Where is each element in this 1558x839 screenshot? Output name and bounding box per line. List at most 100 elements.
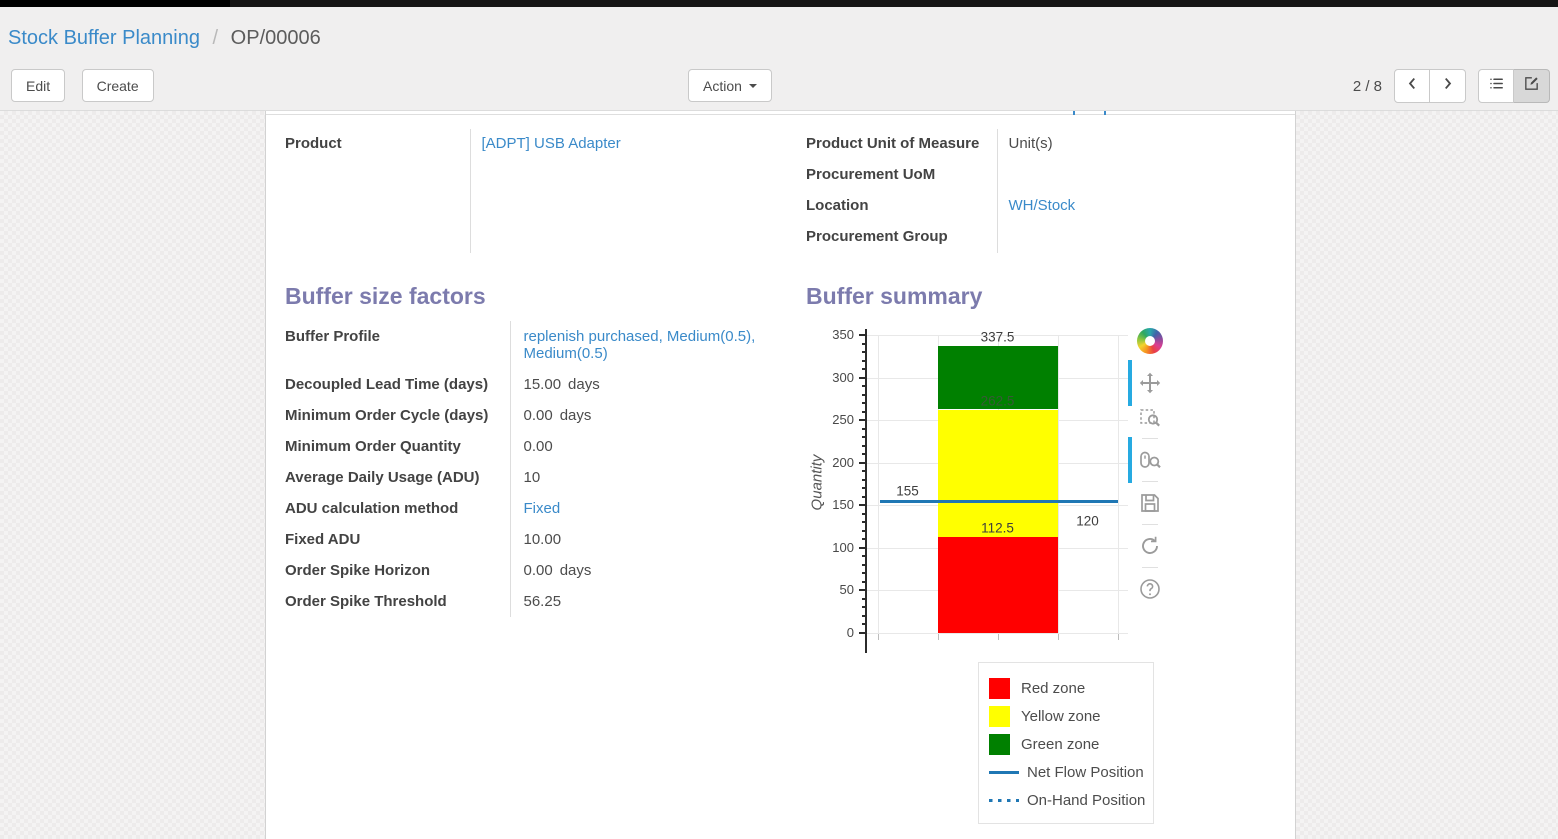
- chevron-right-icon: [1439, 75, 1456, 97]
- yellow-zone-swatch: [989, 706, 1010, 727]
- buffer-factors-column: Buffer size factors Buffer Profilereplen…: [285, 253, 806, 824]
- field-value-text: 56.25: [524, 593, 562, 610]
- lower-section: Buffer size factors Buffer Profilereplen…: [285, 253, 1276, 824]
- legend-item: Net Flow Position: [989, 758, 1145, 786]
- y-axis-tick-label: 0: [814, 625, 854, 640]
- field-value-link[interactable]: replenish purchased, Medium(0.5), Medium…: [524, 328, 756, 362]
- field-value: 0.00days: [510, 400, 780, 431]
- field-value-link[interactable]: WH/Stock: [1009, 197, 1076, 214]
- field-value: 56.25: [510, 586, 780, 617]
- y-axis-title: Quantity: [809, 448, 826, 518]
- chart-value-label: 262.5: [981, 393, 1015, 408]
- field-label: Buffer Profile: [285, 321, 510, 369]
- legend-label: Green zone: [1021, 736, 1099, 753]
- clipped-link-fragment: [1104, 111, 1106, 115]
- legend-swatch-square: [989, 734, 1010, 755]
- edit-button[interactable]: Edit: [11, 69, 65, 102]
- product-group: Product [ADPT] USB Adapter: [285, 129, 806, 253]
- legend-item: On-Hand Position: [989, 786, 1145, 814]
- field-row: Fixed ADU 10.00: [285, 524, 780, 555]
- field-value-text: 0.00: [524, 438, 553, 455]
- field-row: Minimum Order Cycle (days)0.00days: [285, 400, 780, 431]
- field-value-link[interactable]: Fixed: [524, 500, 561, 517]
- buffer-summary-heading: Buffer summary: [806, 283, 1276, 309]
- toolbar-separator: [1142, 438, 1158, 439]
- field-unit-suffix: days: [560, 562, 592, 579]
- field-value-text: 10.00: [524, 531, 562, 548]
- action-dropdown-button[interactable]: Action: [688, 69, 772, 102]
- legend-label: Yellow zone: [1021, 708, 1101, 725]
- pan-tool-icon[interactable]: [1138, 371, 1162, 395]
- breadcrumb: Stock Buffer Planning / OP/00006: [8, 27, 321, 50]
- list-view-button[interactable]: [1478, 69, 1514, 103]
- net-flow-position-swatch: [989, 762, 1019, 783]
- reset-tool-icon[interactable]: [1138, 534, 1162, 558]
- chart-value-label: 120: [1076, 513, 1099, 528]
- top-bar-segment: [0, 0, 230, 7]
- breadcrumb-parent-link[interactable]: Stock Buffer Planning: [8, 27, 200, 49]
- red-zone-bar: [938, 537, 1058, 633]
- yellow-zone-bar: [938, 410, 1058, 538]
- toolbar-separator: [1142, 567, 1158, 568]
- gridline-vertical: [1118, 335, 1119, 633]
- field-value-text: Unit(s): [1009, 135, 1053, 152]
- bokeh-logo[interactable]: [1137, 328, 1163, 354]
- y-axis-tick-label: 100: [814, 540, 854, 555]
- pager-next-button[interactable]: [1430, 69, 1466, 103]
- clipped-link-fragment: [1073, 111, 1075, 115]
- legend-label: Net Flow Position: [1027, 764, 1144, 781]
- form-sheet: Product [ADPT] USB Adapter Product Unit …: [265, 111, 1296, 839]
- field-label: Order Spike Threshold: [285, 586, 510, 617]
- breadcrumb-separator: /: [213, 27, 219, 49]
- pager-previous-button[interactable]: [1394, 69, 1430, 103]
- field-row: Order Spike Horizon0.00days: [285, 555, 780, 586]
- form-view-button[interactable]: [1514, 69, 1550, 103]
- field-value: Unit(s): [997, 129, 1075, 160]
- x-axis-tick: [938, 634, 939, 640]
- chevron-left-icon: [1404, 75, 1421, 97]
- top-field-groups: Product [ADPT] USB Adapter Product Unit …: [285, 129, 1276, 253]
- save-tool-icon[interactable]: [1138, 491, 1162, 515]
- field-value: 10.00: [510, 524, 780, 555]
- box-zoom-tool-icon[interactable]: [1138, 405, 1162, 429]
- form-view-icon: [1523, 75, 1540, 97]
- buffer-summary-column: Buffer summary 050100150200250300350Quan…: [806, 253, 1276, 824]
- field-row: Order Spike Threshold 56.25: [285, 586, 780, 617]
- field-value: 15.00 days: [510, 369, 780, 400]
- product-link[interactable]: [ADPT] USB Adapter: [482, 135, 621, 152]
- buffer-factors-group: Buffer Profile replenish purchased, Mediu…: [285, 321, 780, 617]
- buffer-chart: 050100150200250300350Quantity337.5262.51…: [806, 313, 1276, 649]
- legend-item: Green zone: [989, 730, 1145, 758]
- field-label: Fixed ADU: [285, 524, 510, 555]
- field-label: Product Unit of Measure: [806, 129, 997, 160]
- pager-nav: [1394, 69, 1466, 103]
- work-area-background: Product [ADPT] USB Adapter Product Unit …: [0, 111, 1558, 839]
- clipped-row-border: [266, 114, 1295, 115]
- field-value: [997, 222, 1075, 253]
- field-value-text: 15.00: [524, 376, 562, 393]
- field-unit-suffix: days: [568, 376, 600, 393]
- y-axis-tick-label: 50: [814, 582, 854, 597]
- y-axis-line: [865, 329, 867, 653]
- create-button[interactable]: Create: [82, 69, 154, 102]
- field-row-product: Product [ADPT] USB Adapter: [285, 129, 806, 253]
- field-label: Order Spike Horizon: [285, 555, 510, 586]
- chart-toolbar: [1135, 328, 1165, 606]
- legend-label: On-Hand Position: [1027, 792, 1145, 809]
- field-value: replenish purchased, Medium(0.5), Medium…: [510, 321, 780, 369]
- wheel-zoom-tool-icon[interactable]: [1138, 448, 1162, 472]
- field-row: Buffer Profile replenish purchased, Mediu…: [285, 321, 780, 369]
- field-label: Average Daily Usage (ADU): [285, 462, 510, 493]
- field-label: Product: [285, 129, 470, 253]
- field-row: LocationWH/Stock: [806, 191, 1075, 222]
- field-value: 0.00: [510, 431, 780, 462]
- y-axis-tick-label: 350: [814, 327, 854, 342]
- field-row: Minimum Order Quantity0.00: [285, 431, 780, 462]
- legend-swatch-square: [989, 678, 1010, 699]
- toolbar-separator: [1142, 524, 1158, 525]
- top-black-bar: [0, 0, 1558, 7]
- field-label: Procurement UoM: [806, 160, 997, 191]
- chart-value-label: 155: [896, 484, 919, 499]
- legend-swatch-line: [989, 799, 1019, 802]
- help-tool-icon[interactable]: [1138, 577, 1162, 601]
